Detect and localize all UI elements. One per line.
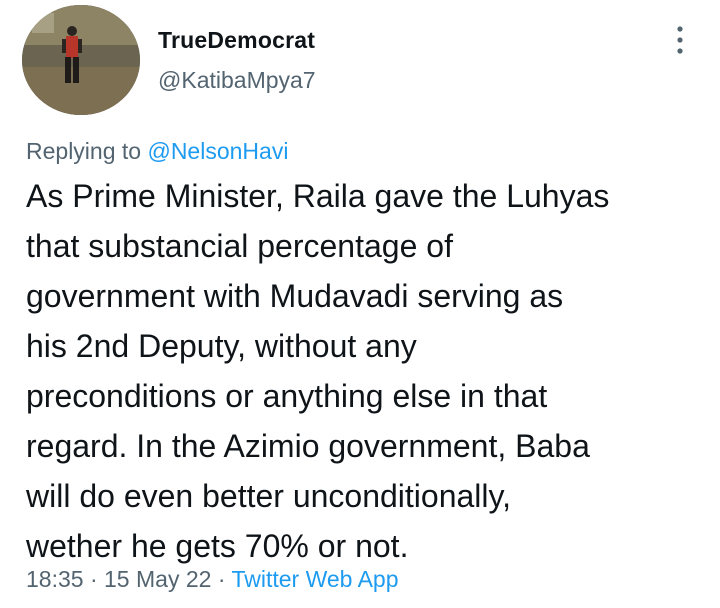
- avatar[interactable]: [22, 5, 140, 115]
- tweet-text-line: government with Mudavadi serving as: [26, 278, 564, 314]
- replying-to: Replying to @NelsonHavi: [26, 138, 288, 165]
- tweet-text-line: will do even better unconditionally,: [26, 478, 512, 514]
- meta-separator: ·: [89, 566, 98, 592]
- tweet-text-line: preconditions or anything else in that: [26, 378, 548, 414]
- tweet-date-link[interactable]: 15 May 22: [104, 566, 211, 592]
- author-handle[interactable]: @KatibaMpya7: [158, 67, 316, 94]
- tweet-text-line: his 2nd Deputy, without any: [26, 328, 417, 364]
- tweet-card: TrueDemocrat @KatibaMpya7 Replying to @N…: [0, 0, 720, 608]
- tweet-text-line: As Prime Minister, Raila gave the Luhyas: [26, 178, 610, 214]
- more-options-button[interactable]: [666, 22, 694, 58]
- tweet-text-line: wether he gets 70% or not.: [26, 528, 409, 564]
- author-display-name[interactable]: TrueDemocrat: [158, 27, 315, 54]
- tweet-text: As Prime Minister, Raila gave the Luhyas…: [26, 171, 716, 571]
- tweet-time-link[interactable]: 18:35: [26, 566, 84, 592]
- avatar-image: [22, 5, 140, 115]
- meta-separator: ·: [217, 566, 226, 592]
- tweet-text-line: that substancial percentage of: [26, 228, 453, 264]
- reply-mention-link[interactable]: @NelsonHavi: [147, 138, 288, 164]
- replying-to-label: Replying to: [26, 138, 142, 164]
- tweet-text-line: regard. In the Azimio government, Baba: [26, 428, 590, 464]
- tweet-source-link[interactable]: Twitter Web App: [231, 566, 398, 592]
- more-vertical-icon: [677, 26, 683, 54]
- tweet-meta: 18:35 · 15 May 22 · Twitter Web App: [26, 566, 399, 593]
